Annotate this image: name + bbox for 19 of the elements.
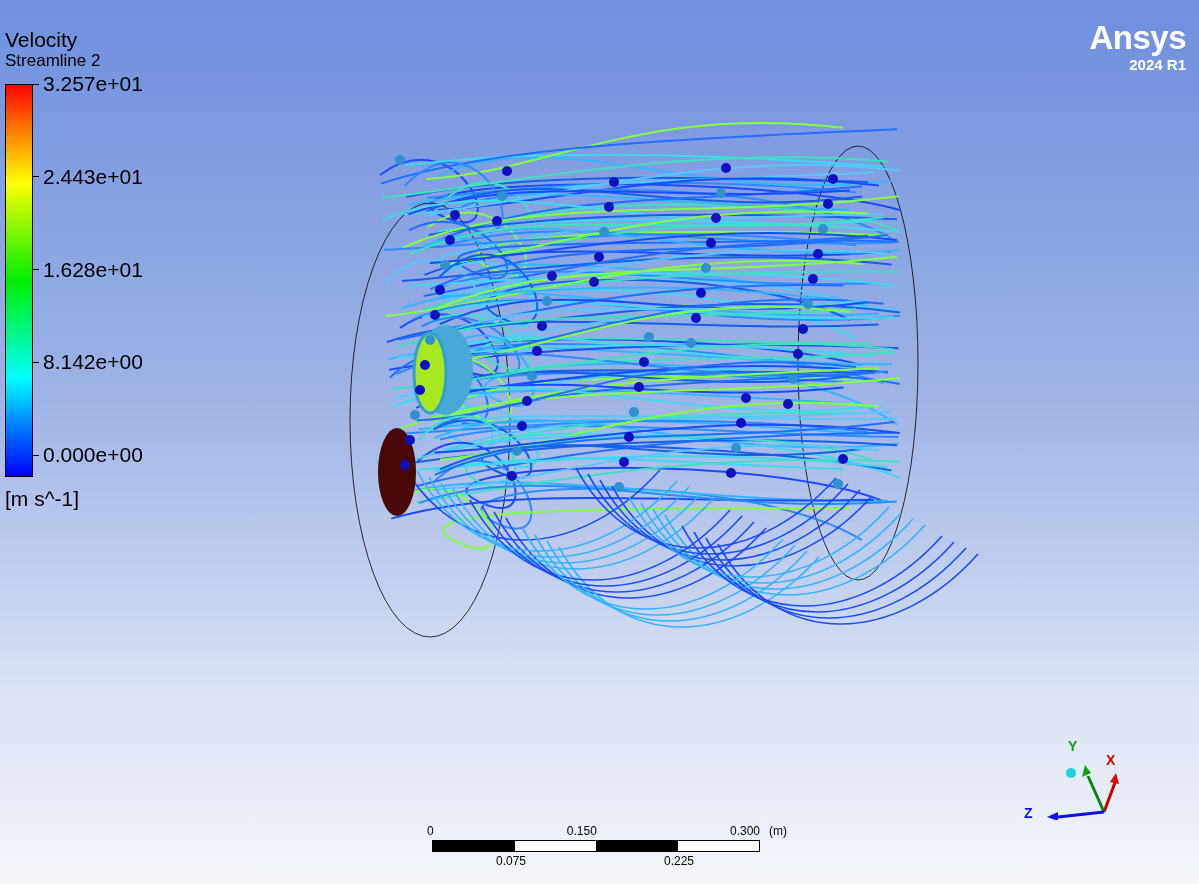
legend-value: 1.628e+01 bbox=[43, 257, 143, 282]
scale-label: 0.225 bbox=[664, 854, 694, 868]
legend-value: 2.443e+01 bbox=[43, 164, 143, 189]
scale-unit: (m) bbox=[769, 824, 787, 838]
legend-title: Velocity bbox=[5, 28, 79, 52]
legend-value: 8.142e+00 bbox=[43, 350, 143, 375]
scale-label: 0 bbox=[427, 824, 434, 838]
scale-label: 0.300 bbox=[729, 824, 760, 838]
legend-subtitle: Streamline 2 bbox=[5, 52, 102, 70]
legend-units: [m s^-1] bbox=[5, 487, 81, 511]
legend-value: 0.000e+00 bbox=[43, 443, 143, 467]
x-axis-label: X bbox=[1106, 753, 1116, 767]
legend-value: 3.257e+01 bbox=[43, 72, 143, 96]
brand-logo: Ansys bbox=[1089, 20, 1186, 56]
y-axis-label: Y bbox=[1068, 739, 1078, 753]
scale-label: 0.075 bbox=[496, 854, 526, 868]
scale-label: 0.150 bbox=[566, 824, 597, 838]
z-axis-label: Z bbox=[1024, 806, 1033, 820]
version-label: 2024 R1 bbox=[1128, 56, 1186, 73]
